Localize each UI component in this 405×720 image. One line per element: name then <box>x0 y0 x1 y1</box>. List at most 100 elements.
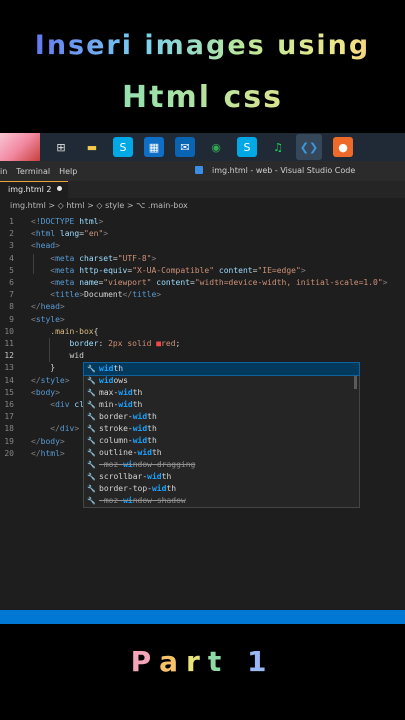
code-line[interactable]: 1 <!DOCTYPE html> <box>0 216 405 228</box>
suggestion-item[interactable]: 🔧 scrollbar-width <box>84 471 359 483</box>
suggestion-item[interactable]: 🔧 -moz-window-dragging <box>84 459 359 471</box>
wrench-icon: 🔧 <box>87 485 96 493</box>
spotify-icon[interactable]: ♫ <box>268 137 288 157</box>
code-text: <title>Document</title> <box>50 290 162 300</box>
suggestion-match: wid <box>132 424 148 433</box>
file-explorer-icon[interactable]: ▬ <box>82 137 102 157</box>
breadcrumb-main-box[interactable]: ⌥ .main-box <box>136 201 188 210</box>
overlay-title-line2: Html css <box>0 80 405 115</box>
windows-taskbar: ⊞ ▬ S ▦ ✉ ◉ S ♫ ❮❯ ● <box>0 133 405 161</box>
code-line[interactable]: 3 <head> <box>0 240 405 252</box>
code-text: <html lang="en"> <box>31 229 109 239</box>
vscode-logo-icon <box>195 166 203 174</box>
window-title-text: img.html - web - Visual Studio Code <box>212 166 356 175</box>
wrench-icon: 🔧 <box>87 413 96 421</box>
part-letter: 1 <box>246 645 275 678</box>
code-text: </html> <box>31 448 65 458</box>
task-view-icon[interactable]: ⊞ <box>51 137 71 157</box>
code-line[interactable]: 6 <meta name="viewport" content="width=d… <box>0 277 405 289</box>
editor-tabbar: img.html 2 <box>0 181 405 198</box>
status-bar <box>0 610 405 624</box>
code-text: <head> <box>31 241 60 251</box>
line-number: 3 <box>9 241 14 251</box>
wrench-icon: 🔧 <box>87 437 96 445</box>
code-text: <meta charset="UTF-8"> <box>50 253 157 263</box>
line-number: 8 <box>9 302 14 312</box>
code-line[interactable]: 7 <title>Document</title> <box>0 289 405 301</box>
tab-label: img.html 2 <box>8 185 52 194</box>
code-text: <meta name="viewport" content="width=dev… <box>50 278 388 287</box>
breadcrumb-sep: > <box>87 201 94 210</box>
suggestion-item[interactable]: 🔧 max-width <box>84 387 359 399</box>
code-text: border: 2px solid ■red; <box>69 339 181 348</box>
breadcrumb: img.html > ◇ html > ◇ style > ⌥ .main-bo… <box>0 198 405 214</box>
suggestion-item[interactable]: 🔧 stroke-width <box>84 423 359 435</box>
window-title: img.html - web - Visual Studio Code <box>195 161 364 181</box>
part-letter: r <box>186 645 208 678</box>
wrench-icon: 🔧 <box>87 449 96 457</box>
code-line[interactable]: 5 <meta http-equiv="X-UA-Compatible" con… <box>0 265 405 277</box>
line-number: 11 <box>4 339 14 348</box>
line-number: 2 <box>9 229 14 239</box>
suggestion-match: wi <box>123 460 133 469</box>
code-line[interactable]: 8 </head> <box>0 301 405 313</box>
breadcrumb-file[interactable]: img.html <box>10 201 46 210</box>
code-line[interactable]: 2 <html lang="en"> <box>0 228 405 240</box>
suggestion-item[interactable]: 🔧 border-top-width <box>84 483 359 495</box>
skype-icon[interactable]: S <box>113 137 133 157</box>
suggestion-item[interactable]: 🔧 -moz-window-shadow <box>84 495 359 507</box>
mail-icon[interactable]: ✉ <box>175 137 195 157</box>
suggestion-match: wid <box>99 364 114 373</box>
suggestion-match: wid <box>151 484 167 493</box>
store-icon[interactable]: ▦ <box>144 137 164 157</box>
code-line[interactable]: 9 <style> <box>0 314 405 326</box>
skype-alt-icon[interactable]: S <box>237 137 257 157</box>
code-text: <body> <box>31 387 60 397</box>
tab-img-html[interactable]: img.html 2 <box>0 181 68 198</box>
vscode-menubar: in Terminal Help img.html - web - Visual… <box>0 161 405 181</box>
part-letter: t <box>207 645 230 678</box>
line-number: 18 <box>4 424 14 434</box>
breadcrumb-html[interactable]: ◇ html <box>58 201 85 210</box>
suggestion-match: wid <box>118 388 133 397</box>
suggestion-item[interactable]: 🔧 outline-width <box>84 447 359 459</box>
line-number: 14 <box>4 375 14 385</box>
chrome-icon[interactable]: ◉ <box>206 137 226 157</box>
menu-item-help[interactable]: Help <box>59 167 77 176</box>
window-thumbnail[interactable] <box>0 133 40 161</box>
code-line[interactable]: 12 wid <box>0 350 405 362</box>
vscode-icon[interactable]: ❮❯ <box>296 134 322 160</box>
line-number: 20 <box>4 448 14 458</box>
menu-item-terminal[interactable]: Terminal <box>16 167 50 176</box>
suggestion-match: wid <box>137 448 152 457</box>
line-number: 10 <box>4 326 14 336</box>
suggestion-match: wid <box>147 472 162 481</box>
suggestion-item[interactable]: 🔧 widows <box>84 375 359 387</box>
suggestion-match: wid <box>132 412 148 421</box>
wrench-icon: 🔧 <box>87 365 96 373</box>
part-label: Part 1 <box>0 645 405 678</box>
autocomplete-suggest-widget[interactable]: 🔧 width 🔧 widows 🔧 max-width 🔧 min-width 🔧 border… <box>83 362 360 508</box>
code-line[interactable]: 11 border: 2px solid ■red; <box>0 338 405 350</box>
line-number: 16 <box>4 400 14 409</box>
recorder-icon[interactable]: ● <box>333 137 353 157</box>
line-number: 12 <box>4 351 14 361</box>
code-text: <meta http-equiv="X-UA-Compatible" conte… <box>50 265 306 275</box>
suggestion-match: wid <box>99 376 114 385</box>
code-line[interactable]: 4 <meta charset="UTF-8"> <box>0 253 405 265</box>
code-line[interactable]: 10 .main-box{ <box>0 326 405 338</box>
suggestion-item[interactable]: 🔧 width <box>83 362 360 376</box>
menu-item-selection[interactable]: in <box>0 167 7 176</box>
part-letter <box>229 645 247 678</box>
code-text: </body> <box>31 436 65 446</box>
line-number: 7 <box>9 290 14 300</box>
unsaved-dot-icon[interactable] <box>56 186 62 191</box>
code-text: </style> <box>31 375 70 385</box>
line-number: 17 <box>4 412 14 422</box>
suggestion-item[interactable]: 🔧 min-width <box>84 399 359 411</box>
suggestion-item[interactable]: 🔧 border-width <box>84 411 359 423</box>
overlay-title-line1: Inseri images using <box>0 30 405 61</box>
part-letter: a <box>159 645 186 678</box>
suggestion-item[interactable]: 🔧 column-width <box>84 435 359 447</box>
breadcrumb-style[interactable]: ◇ style <box>96 201 124 210</box>
